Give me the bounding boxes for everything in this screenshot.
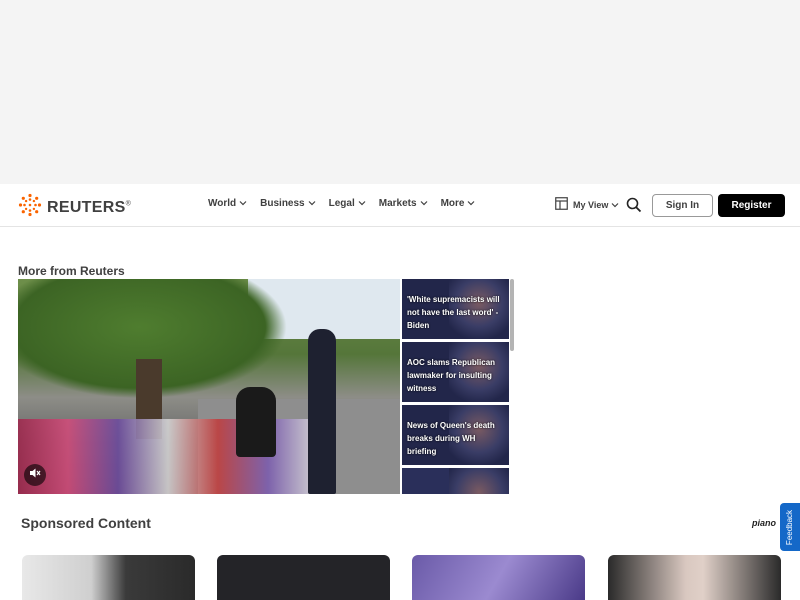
sign-in-button[interactable]: Sign In [652,194,713,217]
search-icon [626,197,642,217]
video-playlist: 'White supremacists will not have the la… [402,279,514,494]
piano-logo[interactable]: piano [752,518,776,528]
sponsored-card[interactable] [412,555,585,600]
nav-legal[interactable]: Legal [329,198,366,209]
playlist-scrollbar[interactable] [510,279,514,351]
playlist-item-title: 'White supremacists will not have the la… [407,295,500,330]
sponsored-content-heading: Sponsored Content [21,515,151,531]
mute-button[interactable] [24,464,46,486]
nav-world[interactable]: World [208,198,247,209]
chevron-down-icon [358,198,366,209]
ad-banner-space [0,0,800,185]
layout-icon [555,197,568,212]
playlist-item[interactable]: AOC slams Republican lawmaker for insult… [402,342,509,402]
chevron-down-icon [239,198,247,209]
featured-video[interactable] [18,279,400,494]
playlist-item[interactable]: 'White supremacists will not have the la… [402,279,509,339]
playlist-item-title: News of Queen's death breaks during WH b… [407,421,495,456]
more-from-reuters-heading: More from Reuters [18,264,125,278]
top-navbar: REUTERS® World Business Legal Markets Mo… [0,184,800,227]
playlist-item[interactable] [402,468,509,494]
reuters-wordmark: REUTERS® [47,198,132,216]
nav-world-label: World [208,198,237,209]
video-frame-figure [236,387,276,457]
playlist-item[interactable]: News of Queen's death breaks during WH b… [402,405,509,465]
feedback-tab[interactable]: Feedback [780,503,800,551]
playlist-item-title: AOC slams Republican lawmaker for insult… [407,358,496,393]
nav-more[interactable]: More [441,198,476,209]
sponsored-card[interactable] [217,555,390,600]
search-button[interactable] [626,197,642,213]
register-button[interactable]: Register [718,194,785,217]
chevron-down-icon [611,200,619,210]
nav-legal-label: Legal [328,198,355,209]
main-nav: World Business Legal Markets More [208,198,488,209]
feedback-label: Feedback [785,509,795,545]
nav-business[interactable]: Business [260,198,316,209]
chevron-down-icon [467,198,475,209]
chevron-down-icon [308,198,316,209]
reuters-logo[interactable]: REUTERS® [18,193,131,222]
nav-business-label: Business [260,198,305,209]
my-view-label: My View [573,199,609,210]
sponsored-card[interactable] [22,555,195,600]
playlist-thumbnail [449,468,509,494]
video-frame-figure [308,329,336,494]
nav-markets-label: Markets [378,198,417,209]
reuters-logo-icon [18,193,42,222]
mute-icon [29,466,41,484]
nav-markets[interactable]: Markets [379,198,428,209]
sponsored-card[interactable] [608,555,781,600]
my-view-button[interactable]: My View [555,197,619,212]
chevron-down-icon [420,198,428,209]
nav-more-label: More [440,198,465,209]
